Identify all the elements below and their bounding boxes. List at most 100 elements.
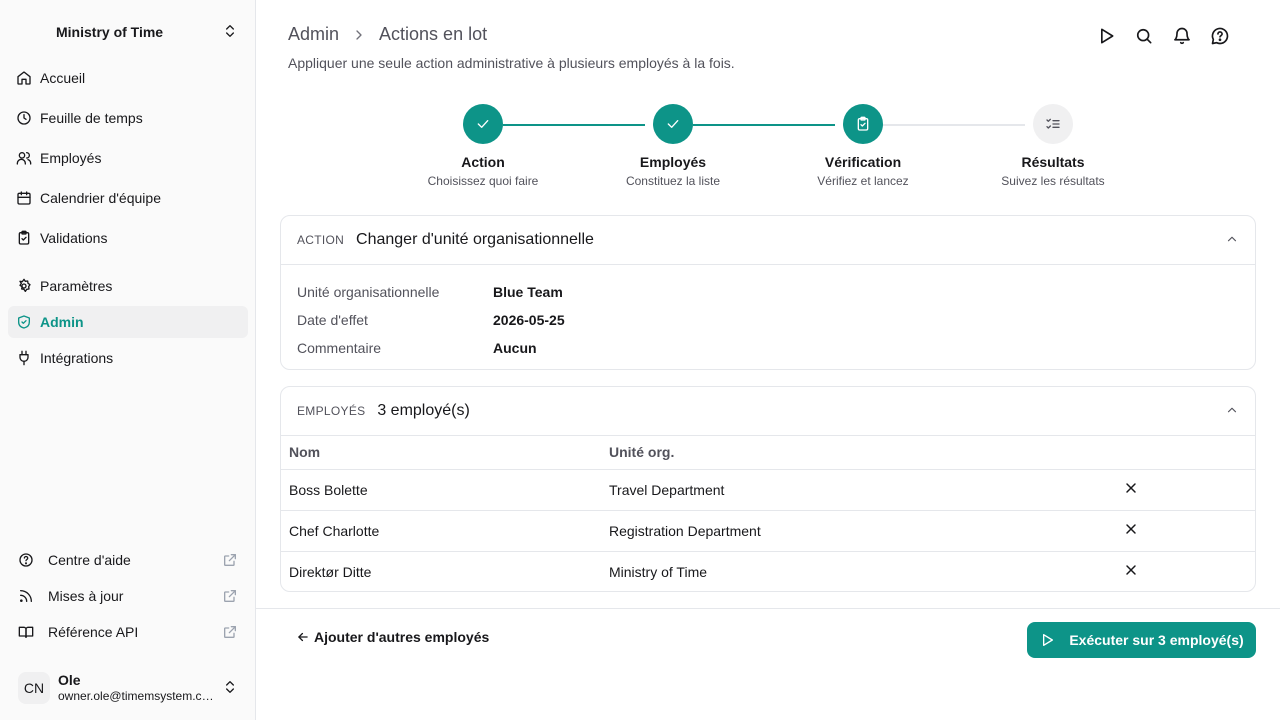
sidebar-link-label: Mises à jour [48,588,124,604]
detail-key: Commentaire [297,340,382,356]
external-link-icon [222,552,238,568]
detail-value: 2026-05-25 [493,312,565,328]
top-actions [1096,26,1230,46]
step-desc: Suivez les résultats [1001,174,1105,188]
user-menu[interactable]: CN Ole owner.ole@timemsystem.com [8,664,248,712]
step-action[interactable]: Action Choisissez quoi faire [393,104,573,188]
stepper: Action Choisissez quoi faire Employés Co… [256,104,1280,194]
card-value: Changer d'unité organisationnelle [356,231,594,248]
arrow-left-icon [296,630,310,644]
sidebar-nav: Accueil Feuille de temps Employés Calend… [8,62,248,374]
chevrons-up-down-icon [222,23,238,42]
sidebar-item-validations[interactable]: Validations [8,222,248,254]
detail-value: Aucun [493,340,537,356]
sidebar: Ministry of Time Accueil Feuille de temp… [0,0,256,720]
card-label: EMPLOYÉS [297,404,366,418]
step-title: Résultats [1021,154,1085,170]
step-title: Vérification [824,154,902,170]
action-card-header[interactable]: ACTION Changer d'unité organisationnelle [281,216,1255,265]
employee-unit: Ministry of Time [609,563,708,580]
employee-name: Boss Bolette [281,469,601,511]
sidebar-item-integrations[interactable]: Intégrations [8,342,248,374]
sidebar-item-feuille-de-temps[interactable]: Feuille de temps [8,102,248,134]
sidebar-item-label: Validations [40,230,108,246]
chevron-up-icon [1225,232,1239,249]
employees-card-header[interactable]: EMPLOYÉS 3 employé(s) [281,387,1255,436]
clipboard-check-icon [16,230,32,246]
sidebar-link-label: Référence API [48,624,139,640]
calendar-icon [16,190,32,206]
org-switcher[interactable]: Ministry of Time [8,14,248,50]
step-desc: Vérifiez et lancez [817,174,909,188]
remove-employee-icon[interactable] [1123,521,1139,537]
list-checks-icon [1033,104,1073,144]
chevron-up-icon [1225,403,1239,420]
home-icon [16,70,32,86]
clipboard-check-icon [843,104,883,144]
gear-icon [16,278,32,294]
sidebar-bottom-links: Centre d'aide Mises à jour Référence API [8,542,248,650]
chevrons-up-down-icon [222,679,238,698]
play-icon[interactable] [1096,26,1116,46]
user-name: Ole [58,672,81,688]
employee-name: Direktør Ditte [289,563,372,580]
execute-button[interactable]: Exécuter sur 3 employé(s) [1027,622,1256,658]
sidebar-item-parametres[interactable]: Paramètres [8,270,248,302]
sidebar-item-accueil[interactable]: Accueil [8,62,248,94]
breadcrumb-current: Actions en lot [379,24,488,44]
column-header-unite: Unité org. [601,436,1115,470]
sidebar-item-label: Calendrier d'équipe [40,190,161,206]
sidebar-item-label: Feuille de temps [40,110,143,126]
rss-icon [18,588,34,604]
remove-employee-icon[interactable] [1123,480,1139,496]
play-icon [1039,632,1055,648]
column-header-actions [1115,436,1255,470]
detail-row: Date d'effet 2026-05-25 [297,306,1239,334]
action-details: Unité organisationnelle Blue Team Date d… [281,265,1255,375]
remove-employee-icon[interactable] [1123,562,1139,578]
external-link-icon [222,624,238,640]
step-employes[interactable]: Employés Constituez la liste [583,104,763,188]
detail-value: Blue Team [493,284,563,300]
breadcrumb-admin[interactable]: Admin [288,24,339,45]
bell-icon[interactable] [1172,26,1192,46]
card-label: ACTION [297,233,345,247]
book-icon [18,624,34,640]
sidebar-item-calendrier[interactable]: Calendrier d'équipe [8,182,248,214]
breadcrumb: Admin Actions en lot [288,24,487,45]
plug-icon [16,350,32,366]
sidebar-item-employes[interactable]: Employés [8,142,248,174]
message-help-icon[interactable] [1210,26,1230,46]
action-card: ACTION Changer d'unité organisationnelle… [280,215,1256,370]
sidebar-link-mises-a-jour[interactable]: Mises à jour [8,578,248,614]
sidebar-item-admin[interactable]: Admin [8,306,248,338]
detail-row: Unité organisationnelle Blue Team [297,278,1239,306]
detail-key: Date d'effet [297,312,368,328]
sidebar-link-centre-aide[interactable]: Centre d'aide [8,542,248,578]
search-icon[interactable] [1134,26,1154,46]
table-row: Chef Charlotte Registration Department [281,510,1255,552]
sidebar-item-label: Intégrations [40,350,114,366]
step-desc: Constituez la liste [625,174,721,188]
table-row: Direktør Ditte Ministry of Time [281,551,1255,592]
step-verification[interactable]: Vérification Vérifiez et lancez [773,104,953,188]
org-name: Ministry of Time [56,24,164,40]
help-circle-icon [18,552,34,568]
add-more-employees-label: Ajouter d'autres employés [314,629,490,645]
sidebar-link-reference-api[interactable]: Référence API [8,614,248,650]
avatar: CN [18,672,50,704]
step-title: Action [461,154,505,170]
clock-icon [16,110,32,126]
sidebar-link-label: Centre d'aide [48,552,131,568]
add-more-employees-button[interactable]: Ajouter d'autres employés [296,629,489,645]
employee-unit: Travel Department [601,469,1115,511]
step-desc: Choisissez quoi faire [427,174,539,188]
card-value: 3 employé(s) [377,402,470,419]
sidebar-item-label: Accueil [40,70,86,86]
sidebar-item-label: Paramètres [40,278,113,294]
footer-bar: Ajouter d'autres employés Exécuter sur 3… [256,608,1280,670]
detail-key: Unité organisationnelle [297,284,440,300]
shield-check-icon [16,314,32,330]
page-subtitle: Appliquer une seule action administrativ… [288,55,735,71]
external-link-icon [222,588,238,604]
